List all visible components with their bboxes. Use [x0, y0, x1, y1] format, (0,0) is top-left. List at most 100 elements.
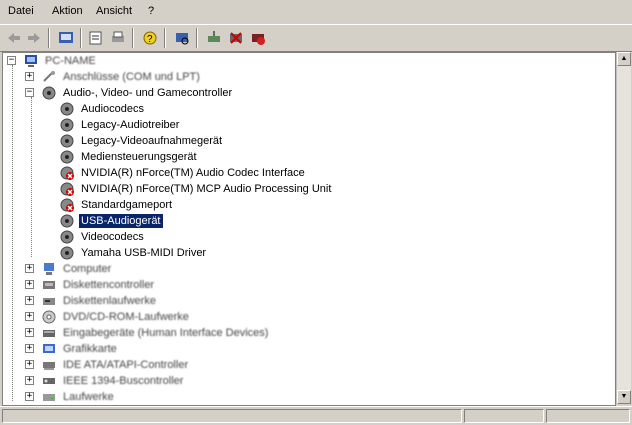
tree-device-selected[interactable]: USB-Audiogerät: [43, 213, 164, 229]
expand-toggle[interactable]: +: [25, 376, 34, 385]
forward-button[interactable]: [24, 28, 44, 48]
tree-category-label: Diskettenlaufwerke: [63, 295, 156, 307]
tree-device-label: Videocodecs: [81, 231, 144, 243]
expand-toggle[interactable]: +: [25, 72, 34, 81]
collapse-toggle[interactable]: −: [7, 56, 16, 65]
tree-device-error[interactable]: NVIDIA(R) nForce(TM) MCP Audio Processin…: [43, 181, 333, 197]
expand-toggle[interactable]: +: [25, 328, 34, 337]
printer-icon: [112, 31, 124, 42]
tree-device-label: Audiocodecs: [81, 103, 144, 115]
status-cell: [2, 409, 462, 423]
floppy-controller-icon: [41, 277, 57, 293]
tree-device-error[interactable]: NVIDIA(R) nForce(TM) Audio Codec Interfa…: [43, 165, 307, 181]
tree-device[interactable]: Yamaha USB-MIDI Driver: [43, 245, 208, 261]
toolbar: ?: [0, 24, 632, 52]
toolbar-separator: [48, 28, 50, 48]
expand-toggle[interactable]: +: [25, 344, 34, 353]
ieee1394-controller-icon: [41, 373, 57, 389]
menu-datei[interactable]: Datei: [8, 5, 34, 17]
tree-category[interactable]: + Laufwerke: [25, 389, 116, 405]
tree-category[interactable]: + Anschlüsse (COM und LPT): [25, 69, 202, 85]
scan-hardware-icon: [176, 33, 189, 45]
menu-help[interactable]: ?: [148, 5, 154, 17]
properties-button[interactable]: [86, 28, 106, 48]
disable-device-button[interactable]: [248, 28, 268, 48]
tree-root-label: PC-NAME: [45, 55, 96, 67]
menu-bar: Datei Aktion Ansicht ?: [0, 0, 632, 22]
tree-category-label: Anschlüsse (COM und LPT): [63, 71, 200, 83]
tree-category-label: Diskettencontroller: [63, 279, 155, 291]
disable-device-icon: [252, 34, 265, 45]
tree-category[interactable]: + Eingabegeräte (Human Interface Devices…: [25, 325, 270, 341]
tree-category-label: Audio-, Video- und Gamecontroller: [63, 87, 233, 99]
speaker-icon: [59, 213, 75, 229]
collapse-toggle[interactable]: −: [25, 88, 34, 97]
speaker-icon: [59, 101, 75, 117]
expand-toggle[interactable]: +: [25, 264, 34, 273]
tree-category[interactable]: + Diskettenlaufwerke: [25, 293, 158, 309]
scan-hardware-button[interactable]: [172, 28, 192, 48]
speaker-error-icon: [59, 197, 75, 213]
tree-device-label: NVIDIA(R) nForce(TM) MCP Audio Processin…: [81, 183, 332, 195]
update-driver-button[interactable]: [204, 28, 224, 48]
tree-device[interactable]: Audiocodecs: [43, 101, 146, 117]
scroll-down-button[interactable]: ▼: [617, 390, 631, 404]
tree-device-error[interactable]: Standardgameport: [43, 197, 174, 213]
tree-device[interactable]: Legacy-Videoaufnahmegerät: [43, 133, 224, 149]
hid-icon: [41, 325, 57, 341]
console-tree-icon: [59, 32, 73, 43]
computer-icon: [41, 261, 57, 277]
speaker-icon: [59, 149, 75, 165]
expand-toggle[interactable]: +: [25, 296, 34, 305]
expand-toggle[interactable]: +: [25, 280, 34, 289]
port-icon: [41, 69, 57, 85]
tree-device[interactable]: Legacy-Audiotreiber: [43, 117, 181, 133]
tree-device[interactable]: Videocodecs: [43, 229, 146, 245]
floppy-drive-icon: [41, 293, 57, 309]
toolbar-separator: [164, 28, 166, 48]
tree-device-label: Standardgameport: [81, 199, 173, 211]
tree-category-label: Eingabegeräte (Human Interface Devices): [63, 327, 269, 339]
tree-device-label: Legacy-Audiotreiber: [81, 119, 180, 131]
device-tree[interactable]: − PC-NAME + Anschlüsse (COM und LPT) − A…: [2, 52, 616, 406]
scroll-up-button[interactable]: ▲: [617, 52, 631, 66]
toolbar-separator: [132, 28, 134, 48]
ide-controller-icon: [41, 357, 57, 373]
tree-category[interactable]: + DVD/CD-ROM-Laufwerke: [25, 309, 191, 325]
tree-device[interactable]: Mediensteuerungsgerät: [43, 149, 199, 165]
back-arrow-icon: [8, 33, 20, 43]
speaker-icon: [59, 229, 75, 245]
speaker-icon: [41, 85, 57, 101]
tree-category[interactable]: + Computer: [25, 261, 113, 277]
expand-toggle[interactable]: +: [25, 392, 34, 401]
expand-toggle[interactable]: +: [25, 312, 34, 321]
vertical-scrollbar[interactable]: ▲ ▼: [616, 52, 631, 404]
tree-category-label: Laufwerke: [63, 391, 114, 403]
computer-icon: [23, 53, 39, 69]
back-button[interactable]: [4, 28, 24, 48]
expand-toggle[interactable]: +: [25, 360, 34, 369]
tree-category-audio[interactable]: − Audio-, Video- und Gamecontroller: [25, 85, 234, 101]
tree-device-label: NVIDIA(R) nForce(TM) Audio Codec Interfa…: [81, 167, 305, 179]
menu-ansicht[interactable]: Ansicht: [96, 5, 132, 17]
help-icon: ?: [143, 31, 157, 45]
svg-text:?: ?: [147, 34, 153, 45]
print-button[interactable]: [108, 28, 128, 48]
uninstall-button[interactable]: [226, 28, 246, 48]
status-cell: [464, 409, 544, 423]
tree-root[interactable]: − PC-NAME: [7, 53, 98, 69]
tree-category[interactable]: + Diskettencontroller: [25, 277, 156, 293]
tree-line: [12, 65, 13, 401]
disk-drive-icon: [41, 389, 57, 405]
tree-category[interactable]: + Grafikkarte: [25, 341, 119, 357]
speaker-error-icon: [59, 165, 75, 181]
tree-category[interactable]: + IDE ATA/ATAPI-Controller: [25, 357, 190, 373]
tree-device-label: Yamaha USB-MIDI Driver: [81, 247, 207, 259]
up-level-button[interactable]: [56, 28, 76, 48]
tree-category[interactable]: + IEEE 1394-Buscontroller: [25, 373, 185, 389]
help-button[interactable]: ?: [140, 28, 160, 48]
menu-aktion[interactable]: Aktion: [52, 5, 83, 17]
toolbar-separator: [196, 28, 198, 48]
uninstall-icon: [230, 32, 242, 44]
tree-category-label: Computer: [63, 263, 112, 275]
